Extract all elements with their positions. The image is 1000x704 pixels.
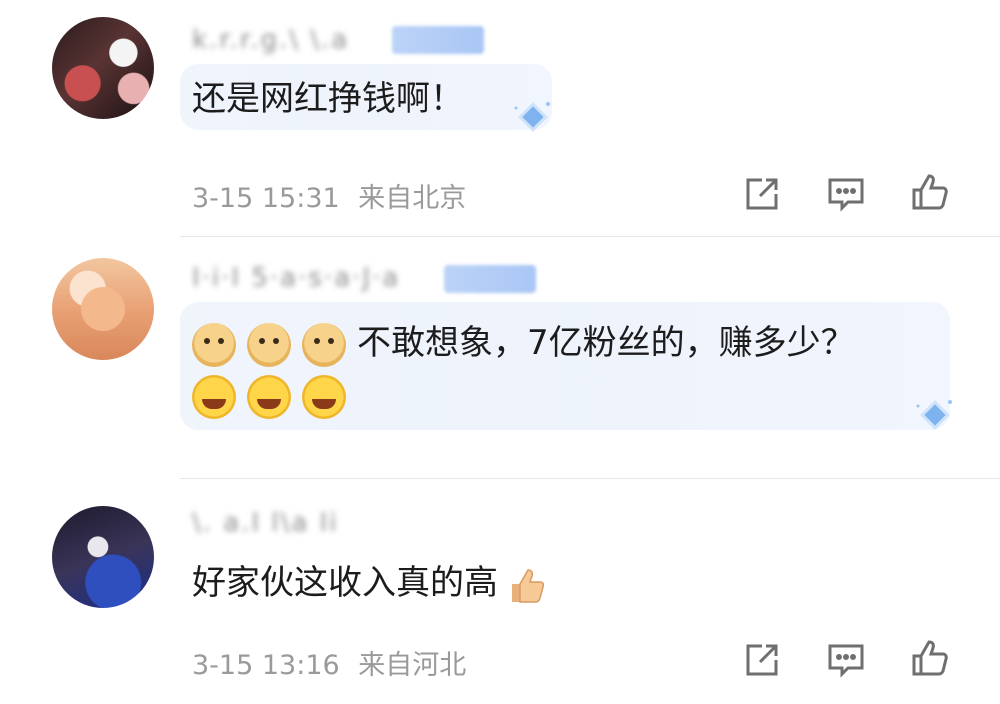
comment-text-line: 好家伙这收入真的高 <box>192 558 546 608</box>
comment-text: 还是网红挣钱啊！ <box>192 79 464 119</box>
username[interactable]: I·i·I 5·a·s·a·J·a <box>192 263 400 293</box>
comment-icon[interactable] <box>826 174 866 214</box>
comment-meta: 3-15 13:16 来自河北 <box>192 643 466 682</box>
user-avatar[interactable] <box>52 17 154 119</box>
laughing-crying-emoji <box>247 374 291 419</box>
user-avatar[interactable] <box>52 258 154 360</box>
comment-location: 来自河北 <box>358 650 467 681</box>
comment-date: 3-15 13:16 <box>192 650 340 681</box>
user-avatar[interactable] <box>52 506 154 608</box>
laughing-crying-emoji <box>302 374 346 419</box>
doge-emoji <box>302 322 346 367</box>
diamond-badge-icon <box>916 400 952 430</box>
comment-text-line: 不敢想象，7亿粉丝的，赚多少？ <box>192 318 855 368</box>
divider <box>180 478 1000 479</box>
share-icon[interactable] <box>742 174 782 214</box>
like-icon[interactable] <box>910 638 950 678</box>
username[interactable]: k.r.r.g.\ \.a <box>192 25 349 55</box>
thumbs-up-emoji <box>512 568 545 603</box>
comment-text: 不敢想象，7亿粉丝的，赚多少？ <box>357 323 855 363</box>
comment-emoji-line <box>192 370 357 420</box>
doge-emoji <box>192 322 236 367</box>
comment-date: 3-15 15:31 <box>192 183 340 214</box>
laughing-crying-emoji <box>192 374 236 419</box>
divider <box>180 236 1000 237</box>
username[interactable]: \. a.I l\a Ii <box>192 508 339 538</box>
like-icon[interactable] <box>910 172 950 212</box>
comment-text: 好家伙这收入真的高 <box>192 563 498 603</box>
doge-emoji <box>247 322 291 367</box>
diamond-badge-icon <box>514 102 550 132</box>
comment-meta: 3-15 15:31 来自北京 <box>192 176 466 215</box>
share-icon[interactable] <box>742 640 782 680</box>
comment-icon[interactable] <box>826 640 866 680</box>
user-badge <box>444 265 536 293</box>
user-badge <box>392 26 484 54</box>
comment-location: 来自北京 <box>358 183 467 214</box>
